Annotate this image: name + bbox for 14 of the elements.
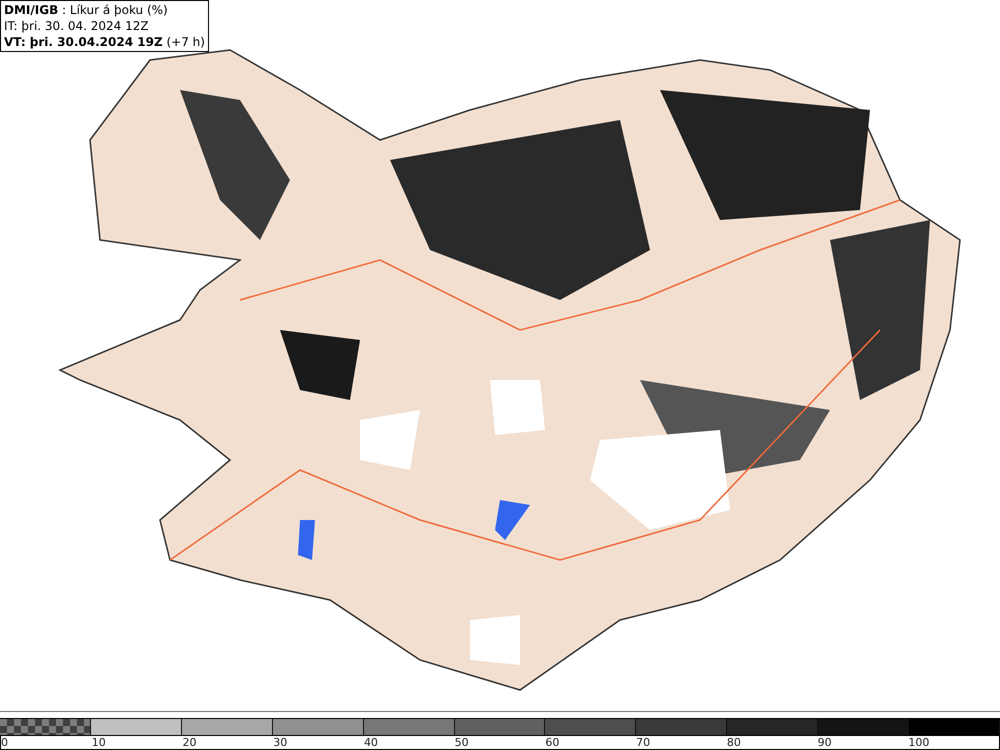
legend-label: 60 [545,736,560,749]
legend-label: 90 [818,736,832,749]
legend-label: 10 [92,736,106,749]
title-line: IT: þri. 30. 04. 2024 12Z [4,18,150,34]
title-line: VT: þri. 30.04.2024 19Z (+7 h) [4,34,205,50]
legend-label: 30 [273,736,288,749]
legend-label: 20 [182,736,196,749]
legend-label: 40 [364,736,378,749]
legend-label: 50 [454,736,469,749]
title-line: DMI/IGB : Líkur á þoku (%) [4,2,169,18]
legend-label: 80 [726,736,741,749]
legend-label: 100 [908,736,930,749]
legend-label: 70 [636,736,650,749]
legend-label: 0 [1,736,8,749]
